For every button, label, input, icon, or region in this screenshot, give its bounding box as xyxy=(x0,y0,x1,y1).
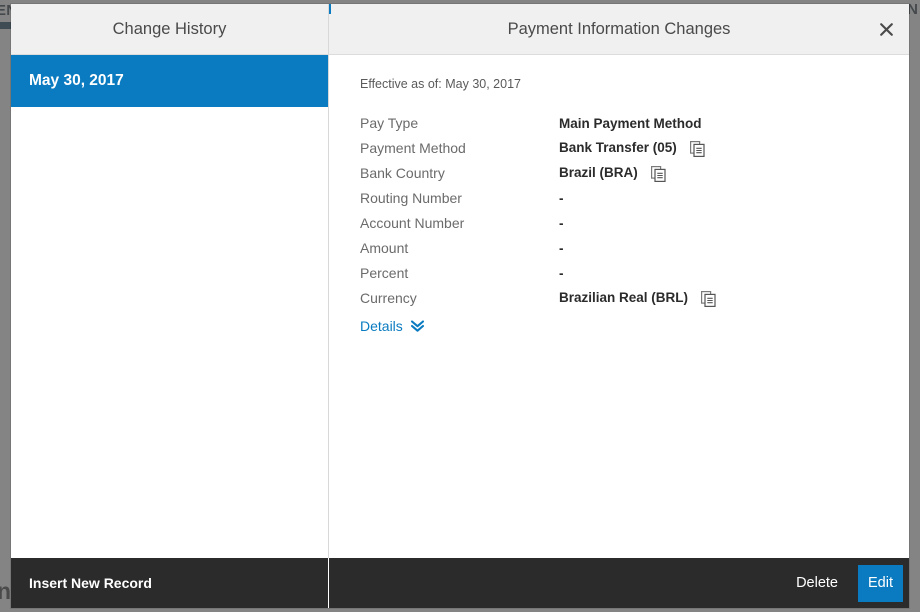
copy-document-icon[interactable] xyxy=(700,290,716,307)
copy-document-icon[interactable] xyxy=(650,165,666,182)
row-value: Bank Transfer (05) xyxy=(559,135,716,160)
history-item-label: May 30, 2017 xyxy=(29,71,124,89)
edit-button[interactable]: Edit xyxy=(858,564,903,602)
close-icon xyxy=(879,22,894,37)
row-value-text: - xyxy=(559,215,564,231)
footer-left-section: Insert New Record xyxy=(11,558,329,608)
row-label: Percent xyxy=(360,264,409,281)
details-expand-link[interactable]: Details xyxy=(360,318,425,334)
row-value-text: Main Payment Method xyxy=(559,115,702,131)
table-row: Percent - xyxy=(360,260,716,285)
history-list-item[interactable]: May 30, 2017 xyxy=(11,55,328,107)
table-row: Amount - xyxy=(360,235,716,260)
payment-detail-table: Pay Type Main Payment Method Payment Met… xyxy=(360,110,716,310)
row-value: - xyxy=(559,185,716,210)
row-label: Pay Type xyxy=(360,114,419,131)
table-row: Account Number - xyxy=(360,210,716,235)
row-value: Main Payment Method xyxy=(559,110,716,135)
dialog-body: May 30, 2017 Effective as of: May 30, 20… xyxy=(11,55,909,558)
delete-button[interactable]: Delete xyxy=(796,575,838,591)
effective-as-of-label: Effective as of: May 30, 2017 xyxy=(360,77,521,91)
dialog-header: Change History Payment Information Chang… xyxy=(11,4,909,55)
insert-new-record-button[interactable]: Insert New Record xyxy=(29,575,152,591)
row-label: Bank Country xyxy=(360,164,445,181)
double-chevron-down-icon xyxy=(410,319,425,333)
row-value-text: - xyxy=(559,265,564,281)
change-history-header: Change History xyxy=(11,4,329,54)
row-label: Payment Method xyxy=(360,139,466,156)
table-row: Currency Brazilian Real (BRL) xyxy=(360,285,716,310)
row-label: Amount xyxy=(360,239,409,256)
change-history-panel: May 30, 2017 xyxy=(11,55,329,558)
payment-information-changes-dialog: Change History Payment Information Chang… xyxy=(11,4,909,608)
details-link-label: Details xyxy=(360,318,403,334)
payment-detail-panel: Effective as of: May 30, 2017 Pay Type M… xyxy=(329,55,909,558)
row-value-text: - xyxy=(559,190,564,206)
row-value: Brazil (BRA) xyxy=(559,160,716,185)
row-value: - xyxy=(559,210,716,235)
copy-document-icon[interactable] xyxy=(689,140,705,157)
row-value-text: - xyxy=(559,240,564,256)
payment-changes-header: Payment Information Changes xyxy=(329,4,909,54)
dialog-title: Payment Information Changes xyxy=(507,19,731,38)
footer-right-section: Delete Edit xyxy=(329,558,909,608)
close-button[interactable] xyxy=(869,12,903,46)
table-row: Payment Method Bank Transfer (05) xyxy=(360,135,716,160)
table-row: Routing Number - xyxy=(360,185,716,210)
row-value: Brazilian Real (BRL) xyxy=(559,285,716,310)
row-label: Account Number xyxy=(360,214,465,231)
table-row: Bank Country Brazil (BRA) xyxy=(360,160,716,185)
row-value-text: Brazil (BRA) xyxy=(559,165,638,181)
row-value-text: Brazilian Real (BRL) xyxy=(559,290,689,306)
row-value: - xyxy=(559,260,716,285)
dialog-footer: Insert New Record Delete Edit xyxy=(11,558,909,608)
row-label: Currency xyxy=(360,289,417,306)
row-value-text: Bank Transfer (05) xyxy=(559,140,677,156)
panel-divider-accent xyxy=(329,4,331,14)
row-value: - xyxy=(559,235,716,260)
table-row: Pay Type Main Payment Method xyxy=(360,110,716,135)
row-label: Routing Number xyxy=(360,189,462,206)
change-history-title: Change History xyxy=(112,19,227,38)
